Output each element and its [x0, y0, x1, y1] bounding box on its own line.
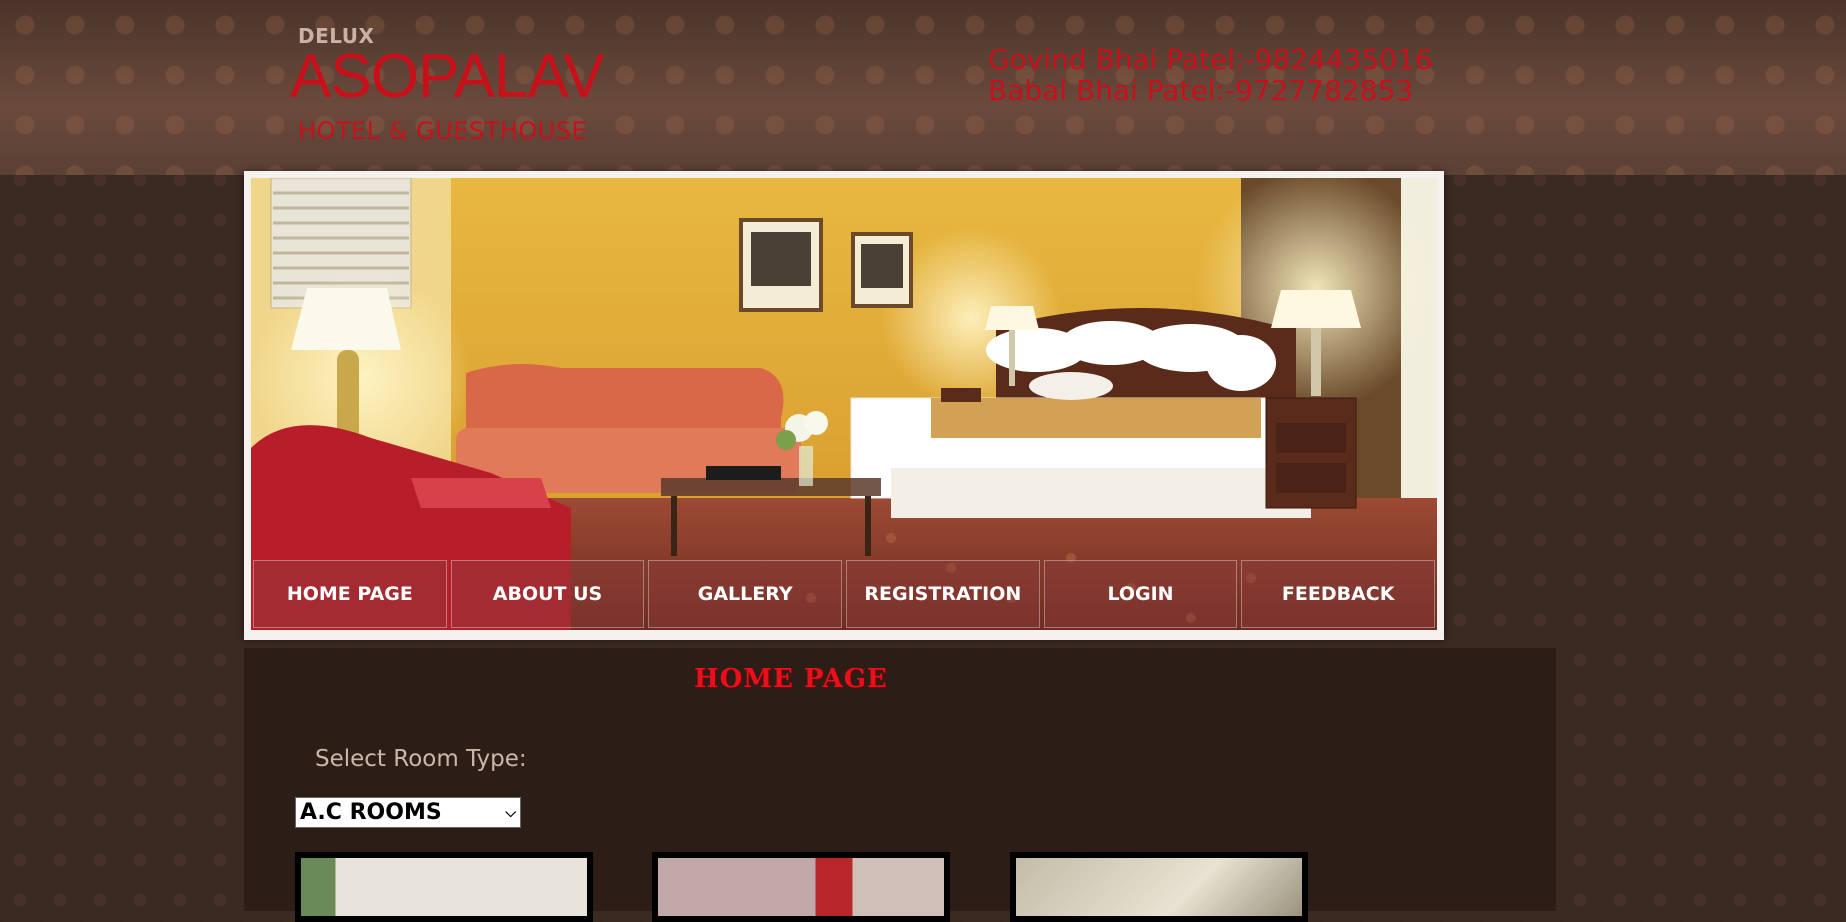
nav-about-us[interactable]: ABOUT US	[450, 560, 645, 628]
header-band	[0, 0, 1846, 175]
room-thumbnail-3[interactable]	[1010, 852, 1308, 922]
room-photo-1	[301, 858, 587, 916]
room-type-value: A.C ROOMS	[300, 800, 442, 825]
page-title: HOME PAGE	[694, 664, 888, 694]
logo-brand-text: ASOPALAV	[290, 42, 605, 111]
room-photo-2	[658, 858, 944, 916]
contact-line-1: Govind Bhai Patel:-9824435016	[988, 43, 1433, 76]
main-content: HOME PAGE Select Room Type: A.C ROOMS ⌵	[244, 648, 1556, 922]
room-thumbnail-1[interactable]	[295, 852, 593, 922]
hotel-room-banner-image: HOME PAGE ABOUT US GALLERY REGISTRATION …	[251, 178, 1437, 630]
contact-line-2: Babal Bhai Patel:-9727782853	[988, 74, 1414, 107]
nav-home-page[interactable]: HOME PAGE	[253, 560, 447, 628]
main-nav: HOME PAGE ABOUT US GALLERY REGISTRATION …	[251, 560, 1437, 630]
chevron-down-icon: ⌵	[505, 804, 516, 821]
nav-feedback[interactable]: FEEDBACK	[1241, 560, 1436, 628]
nav-login[interactable]: LOGIN	[1043, 560, 1238, 628]
room-photo-3	[1016, 858, 1302, 916]
nav-gallery[interactable]: GALLERY	[648, 560, 843, 628]
room-type-label: Select Room Type:	[315, 746, 527, 772]
contact-info: Govind Bhai Patel:-9824435016 Babal Bhai…	[988, 44, 1433, 106]
room-type-select[interactable]: A.C ROOMS ⌵	[295, 797, 521, 828]
banner-frame: HOME PAGE ABOUT US GALLERY REGISTRATION …	[244, 171, 1444, 640]
room-thumbnail-2[interactable]	[652, 852, 950, 922]
logo-subtitle: HOTEL & GUESTHOUSE	[298, 117, 588, 145]
nav-registration[interactable]: REGISTRATION	[846, 560, 1040, 628]
